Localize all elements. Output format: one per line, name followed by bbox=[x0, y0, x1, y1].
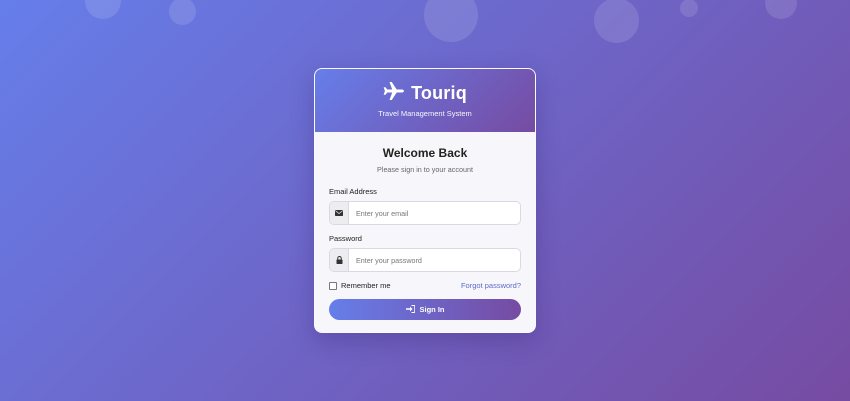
background-bubble bbox=[169, 0, 196, 25]
email-input[interactable] bbox=[349, 202, 520, 224]
brand-name: Touriq bbox=[411, 83, 467, 103]
welcome-subtitle: Please sign in to your account bbox=[377, 165, 473, 174]
brand: Touriq bbox=[315, 82, 535, 105]
options-row: Remember me Forgot password? bbox=[329, 281, 521, 290]
sign-in-button[interactable]: Sign In bbox=[329, 299, 521, 320]
welcome-heading: Welcome Back bbox=[382, 146, 468, 160]
sign-in-label: Sign In bbox=[419, 305, 445, 314]
brand-tagline: Travel Management System bbox=[378, 109, 472, 118]
password-label: Password bbox=[329, 234, 362, 243]
login-card: Touriq Travel Management System Welcome … bbox=[314, 68, 536, 333]
password-input[interactable] bbox=[349, 249, 520, 271]
envelope-icon bbox=[330, 202, 349, 224]
remember-me[interactable]: Remember me bbox=[329, 281, 391, 290]
email-label: Email Address bbox=[329, 187, 377, 196]
login-form: Welcome Back Please sign in to your acco… bbox=[315, 132, 535, 320]
remember-label: Remember me bbox=[341, 281, 391, 290]
background-bubble bbox=[424, 0, 478, 42]
sign-in-icon bbox=[405, 304, 415, 315]
background-bubble bbox=[680, 0, 698, 17]
remember-checkbox[interactable] bbox=[329, 281, 337, 290]
background-bubble bbox=[765, 0, 797, 19]
card-header: Touriq Travel Management System bbox=[315, 69, 535, 132]
email-field[interactable] bbox=[329, 201, 521, 225]
lock-icon bbox=[330, 249, 349, 271]
plane-icon bbox=[383, 82, 405, 105]
forgot-password-link[interactable]: Forgot password? bbox=[461, 281, 521, 290]
password-field[interactable] bbox=[329, 248, 521, 272]
background-bubble bbox=[85, 0, 121, 19]
background-bubble bbox=[594, 0, 639, 43]
